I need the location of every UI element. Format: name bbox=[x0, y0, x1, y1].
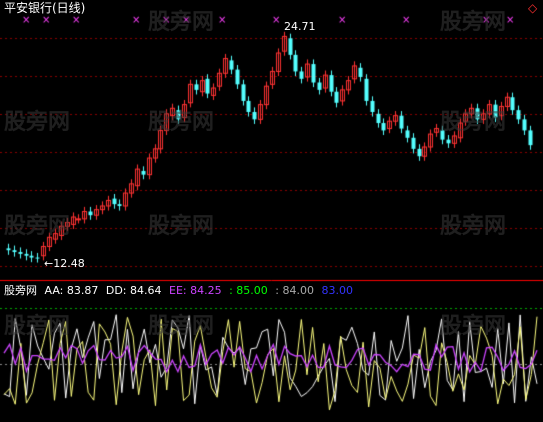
indicator-ee: EE: 84.25 bbox=[169, 284, 222, 297]
watermark: 股旁网 bbox=[4, 110, 71, 135]
indicator-name: 股旁网 bbox=[4, 284, 37, 297]
watermark: 股旁网 bbox=[148, 110, 215, 135]
diamond-icon[interactable]: ◇ bbox=[528, 2, 537, 15]
low-price-value: 12.48 bbox=[53, 257, 85, 270]
watermark: 股旁网 bbox=[148, 314, 215, 339]
watermark: 股旁网 bbox=[440, 214, 507, 239]
watermark: 股旁网 bbox=[440, 110, 507, 135]
indicator-l1: : 85.00 bbox=[229, 284, 268, 297]
indicator-dd: DD: 84.64 bbox=[105, 284, 162, 297]
watermark: 股旁网 bbox=[148, 214, 215, 239]
watermark: 股旁网 bbox=[148, 10, 215, 35]
indicator-l2: : 84.00 bbox=[275, 284, 314, 297]
low-price-label: ←12.48 bbox=[44, 257, 85, 270]
watermark: 股旁网 bbox=[4, 214, 71, 239]
watermark: 股旁网 bbox=[440, 10, 507, 35]
high-price-label: 24.71 bbox=[284, 20, 316, 33]
indicator-legend: 股旁网 AA: 83.87 DD: 84.64 EE: 84.25 : 85.0… bbox=[4, 284, 357, 297]
watermark: 股旁网 bbox=[440, 314, 507, 339]
chart-title: 平安银行(日线) bbox=[4, 1, 86, 15]
watermark: 股旁网 bbox=[4, 314, 71, 339]
indicator-aa: AA: 83.87 bbox=[44, 284, 99, 297]
indicator-l3: 83.00 bbox=[321, 284, 354, 297]
